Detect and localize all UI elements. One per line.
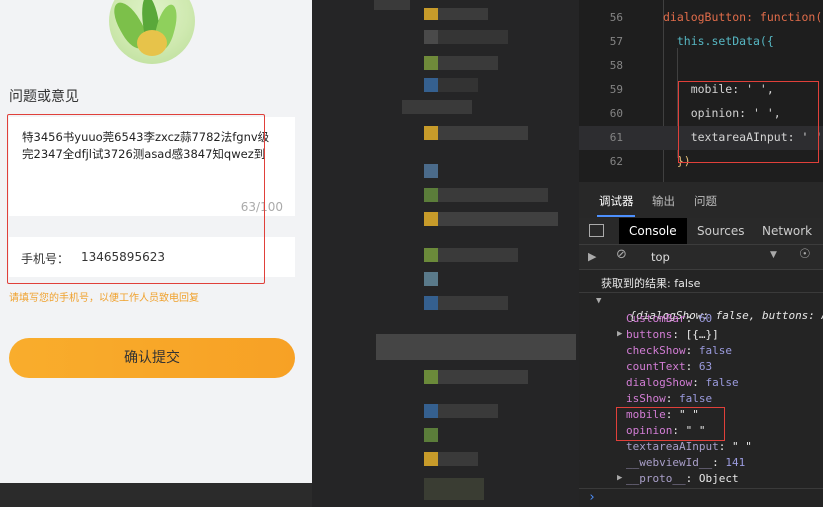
tab-network[interactable]: Network bbox=[762, 224, 812, 238]
code-text: this.setData({ bbox=[663, 34, 774, 48]
blurred-region bbox=[312, 0, 579, 507]
phone-hint: 请填写您的手机号，以便工作人员致电回复 bbox=[9, 293, 199, 304]
console-prop: dialogShow: false bbox=[626, 376, 739, 389]
clear-console-icon[interactable]: ⊘ bbox=[616, 247, 627, 262]
code-text: dialogButton: function() { bbox=[663, 10, 823, 24]
phone-preview: 问题或意见 特3456书yuuo莞6543李zxcz蒜7782法fgnv级完23… bbox=[0, 0, 312, 483]
devtools-top-tabs: 调试器 输出 问题 bbox=[579, 182, 823, 219]
highlight-box bbox=[7, 114, 265, 284]
console-log: 获取到的结果: false bbox=[601, 277, 701, 290]
inspect-icon[interactable] bbox=[589, 224, 604, 237]
tab-problems[interactable]: 问题 bbox=[694, 193, 717, 209]
console-prop: checkShow: false bbox=[626, 344, 732, 357]
highlight-box bbox=[616, 407, 725, 441]
expand-icon[interactable]: ▶ bbox=[617, 329, 622, 339]
tab-debugger[interactable]: 调试器 bbox=[599, 193, 634, 209]
context-select[interactable]: top bbox=[651, 250, 670, 264]
console-prop: countText: 63 bbox=[626, 360, 713, 373]
eye-icon[interactable]: ☉ bbox=[799, 247, 811, 262]
expand-icon[interactable]: ▶ bbox=[617, 473, 622, 483]
console-prop: CustomBar: 60 bbox=[626, 312, 713, 325]
sidebar-toggle-icon[interactable]: ▶ bbox=[588, 250, 596, 263]
tab-sources[interactable]: Sources bbox=[697, 224, 744, 238]
panel-tabs: Console Sources Network bbox=[579, 218, 823, 245]
console-prop: textareaAInput: " " bbox=[626, 440, 752, 453]
code-line: 58 bbox=[609, 59, 623, 72]
section-title: 问题或意见 bbox=[9, 89, 79, 105]
console-prop[interactable]: ▶ buttons: [{…}] bbox=[617, 328, 823, 341]
phone-bottom-bar bbox=[0, 483, 312, 507]
active-tab-indicator bbox=[597, 215, 635, 217]
submit-button[interactable]: 确认提交 bbox=[9, 338, 295, 378]
console-prop: __webviewId__: 141 bbox=[626, 456, 746, 469]
code-line: 56 dialogButton: function() { bbox=[579, 6, 823, 30]
devtools-panel: 调试器 输出 问题 Console Sources Network ▶ ⊘ to… bbox=[579, 182, 823, 507]
console-prop[interactable]: ▶ __proto__: Object bbox=[617, 472, 823, 485]
console-prop: isShow: false bbox=[626, 392, 713, 405]
tab-console[interactable]: Console bbox=[619, 218, 687, 244]
tab-output[interactable]: 输出 bbox=[652, 193, 675, 209]
expand-icon[interactable]: ▼ bbox=[596, 296, 601, 306]
console-toolbar: ▶ ⊘ top ▼ ☉ bbox=[579, 245, 823, 270]
chevron-down-icon[interactable]: ▼ bbox=[770, 250, 777, 260]
highlight-box bbox=[678, 81, 819, 163]
avatar bbox=[109, 0, 195, 64]
console-prompt[interactable]: › bbox=[588, 490, 823, 505]
code-line: 57 this.setData({ bbox=[609, 34, 774, 48]
